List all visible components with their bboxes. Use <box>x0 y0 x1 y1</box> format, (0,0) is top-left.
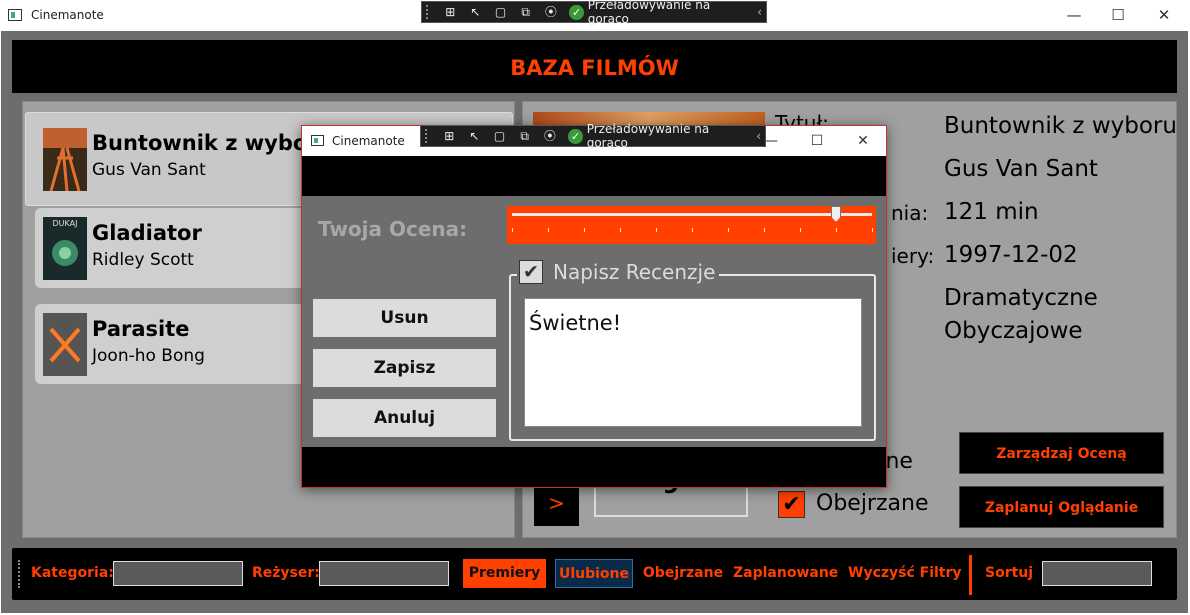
premieres-filter-button[interactable]: Premiery <box>463 559 546 588</box>
slider-thumb[interactable] <box>831 206 841 222</box>
dialog-maximize-button[interactable]: ☐ <box>794 126 840 156</box>
hot-reload-check-icon: ✓ <box>569 4 584 20</box>
write-review-label: Napisz Recenzje <box>553 260 716 284</box>
slider-tick <box>692 228 693 232</box>
detail-genre-1: Dramatyczne <box>944 285 1098 311</box>
film-director: Gus Van Sant <box>92 160 206 180</box>
hot-reload-label[interactable]: Przeładowywanie na gorąco <box>588 0 748 26</box>
scheduled-filter-button[interactable]: Zaplanowane <box>733 559 838 588</box>
dialog-app-icon <box>311 135 324 146</box>
app-icon <box>8 9 22 21</box>
binding-failures-icon[interactable]: ⦿ <box>541 128 558 144</box>
slider-tick <box>872 228 873 232</box>
slider-ticks <box>512 228 873 232</box>
category-label: Kategoria: <box>31 565 114 581</box>
drag-handle-icon[interactable] <box>425 129 433 143</box>
detail-director-value: Gus Van Sant <box>944 156 1098 182</box>
dialog-title: Cinemanote <box>332 134 405 148</box>
film-title: Gladiator <box>92 221 202 245</box>
minimize-button[interactable]: — <box>1051 0 1097 31</box>
film-director: Joon-ho Bong <box>92 346 205 366</box>
detail-duration-label: nia: <box>891 201 929 225</box>
hot-reload-check-icon: ✓ <box>568 128 583 144</box>
slider-tick <box>656 228 657 232</box>
collapse-chevron-icon[interactable]: ‹ <box>757 5 762 19</box>
window-title: Cinemanote <box>31 8 104 22</box>
slider-tick <box>728 228 729 232</box>
track-focus-icon[interactable]: ⧉ <box>517 4 534 20</box>
detail-genre-2: Obyczajowe <box>944 318 1083 344</box>
page-title: BAZA FILMÓW <box>12 40 1177 93</box>
your-rating-label: Twoja Ocena: <box>318 217 468 241</box>
dialog-close-button[interactable]: ✕ <box>840 126 886 156</box>
track-focus-icon[interactable]: ⧉ <box>516 128 533 144</box>
live-tree-icon[interactable]: ⊞ <box>442 4 459 20</box>
watched-filter-button[interactable]: Obejrzane <box>641 559 725 588</box>
film-poster-buntownik <box>43 128 87 191</box>
hot-reload-label[interactable]: Przeładowywanie na gorąco <box>587 122 747 150</box>
dev-toolbar: ⊞ ↖ ▢ ⧉ ⦿ ✓ Przeładowywanie na gorąco ‹ <box>421 0 767 26</box>
select-element-icon[interactable]: ↖ <box>466 128 483 144</box>
cancel-button[interactable]: Anuluj <box>313 399 496 437</box>
sort-label: Sortuj <box>985 565 1034 581</box>
collapse-chevron-icon[interactable]: ‹ <box>756 129 761 143</box>
display-adorners-icon[interactable]: ▢ <box>492 4 509 20</box>
toolbar-grip-icon[interactable] <box>18 560 21 588</box>
maximize-button[interactable]: ☐ <box>1095 0 1141 31</box>
watched-checkbox[interactable]: ✔ <box>778 491 805 518</box>
film-title: Buntownik z wyboru <box>92 131 333 155</box>
save-button[interactable]: Zapisz <box>313 349 496 387</box>
director-input[interactable] <box>319 561 449 586</box>
manage-rating-button[interactable]: Zarządzaj Oceną <box>959 432 1164 474</box>
watched-checkbox-label: Obejrzane <box>816 491 929 516</box>
dialog-footer-band <box>302 447 886 487</box>
rating-dialog: Cinemanote — ☐ ✕ Twoja Ocena: Usun Zapis… <box>301 125 887 488</box>
display-adorners-icon[interactable]: ▢ <box>491 128 508 144</box>
slider-tick <box>800 228 801 232</box>
slider-track <box>512 213 872 216</box>
slider-tick <box>764 228 765 232</box>
detail-duration-value: 121 min <box>944 199 1039 225</box>
detail-title-value: Buntownik z wyboru <box>944 113 1177 139</box>
detail-premiere-value: 1997-12-02 <box>944 242 1078 268</box>
director-label: Reżyser: <box>252 565 320 581</box>
category-dropdown[interactable] <box>113 561 243 586</box>
review-textarea[interactable]: Świetne! <box>524 298 862 427</box>
live-tree-icon[interactable]: ⊞ <box>441 128 458 144</box>
review-group: ✔ Napisz Recenzje Świetne! <box>509 260 876 441</box>
dialog-dev-toolbar: ⊞ ↖ ▢ ⧉ ⦿ ✓ Przeładowywanie na gorąco ‹ <box>420 122 766 150</box>
slider-tick <box>584 228 585 232</box>
drag-handle-icon[interactable] <box>426 5 434 19</box>
poster-text: DUKAJ <box>53 219 78 228</box>
detail-premiere-label: iery: <box>891 244 935 268</box>
slider-tick <box>620 228 621 232</box>
dialog-header-band <box>302 156 886 196</box>
review-legend: ✔ Napisz Recenzje <box>517 260 720 284</box>
slider-tick <box>512 228 513 232</box>
film-poster-gladiator: DUKAJ <box>43 217 87 280</box>
binding-failures-icon[interactable]: ⦿ <box>542 4 559 20</box>
select-element-icon[interactable]: ↖ <box>467 4 484 20</box>
write-review-checkbox[interactable]: ✔ <box>519 260 543 284</box>
sort-dropdown[interactable] <box>1042 561 1152 586</box>
favorites-filter-button[interactable]: Ulubione <box>555 559 633 588</box>
schedule-watch-button[interactable]: Zaplanuj Oglądanie <box>959 486 1164 528</box>
filter-toolbar: Kategoria: Reżyser: Premiery Ulubione Ob… <box>12 548 1177 600</box>
next-film-button[interactable]: > <box>534 484 579 526</box>
clear-filters-button[interactable]: Wyczyść Filtry <box>848 559 962 588</box>
rating-slider[interactable] <box>507 206 876 244</box>
close-button[interactable]: ✕ <box>1141 0 1187 31</box>
slider-tick <box>836 228 837 232</box>
film-director: Ridley Scott <box>92 250 194 270</box>
no-poster-icon <box>43 313 87 376</box>
toolbar-separator <box>969 555 972 595</box>
slider-tick <box>548 228 549 232</box>
film-title: Parasite <box>92 317 190 341</box>
delete-button[interactable]: Usun <box>313 299 496 337</box>
